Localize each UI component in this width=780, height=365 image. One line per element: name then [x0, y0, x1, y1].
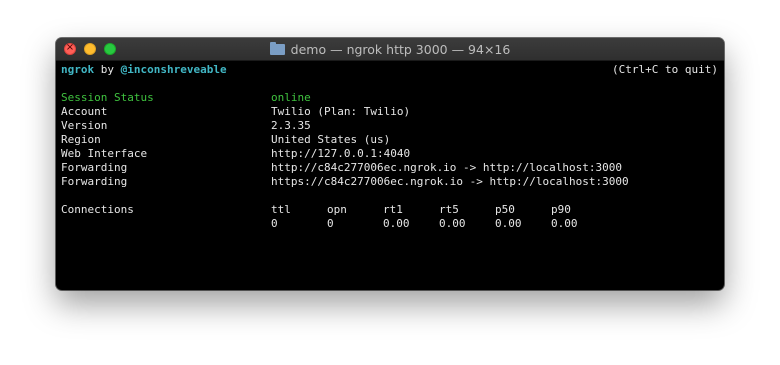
version-value: 2.3.35 [271, 119, 311, 132]
author-handle: @inconshreveable [120, 63, 227, 76]
window-title-area: demo — ngrok http 3000 — 94×16 [56, 38, 724, 60]
stat-value-rt1: 0.00 [383, 217, 410, 230]
forwarding-https-label: Forwarding [61, 175, 128, 188]
quit-hint: (Ctrl+C to quit) [612, 63, 718, 76]
version-label: Version [61, 119, 108, 132]
connections-label: Connections [61, 203, 134, 216]
brand-name: ngrok [61, 63, 95, 76]
forwarding-https-value: https://c84c277006ec.ngrok.io -> http://… [271, 175, 629, 188]
stat-value-opn: 0 [327, 217, 334, 230]
stat-value-ttl: 0 [271, 217, 278, 230]
session-status-label: Session Status [61, 91, 154, 104]
account-value: Twilio (Plan: Twilio) [271, 105, 411, 118]
stat-value-rt5: 0.00 [439, 217, 466, 230]
session-status-value: online [271, 91, 311, 104]
stat-header-p90: p90 [551, 203, 571, 216]
stat-header-p50: p50 [495, 203, 515, 216]
by-text: by [94, 63, 121, 76]
web-interface-value: http://127.0.0.1:4040 [271, 147, 411, 160]
stat-header-rt1: rt1 [383, 203, 403, 216]
region-label: Region [61, 133, 101, 146]
window-title: demo — ngrok http 3000 — 94×16 [290, 41, 511, 57]
stat-header-rt5: rt5 [439, 203, 459, 216]
web-interface-label: Web Interface [61, 147, 148, 160]
stat-value-p50: 0.00 [495, 217, 522, 230]
terminal-window: × demo — ngrok http 3000 — 94×16 ngrok b… [56, 38, 724, 290]
stat-header-opn: opn [327, 203, 347, 216]
title-bar: × demo — ngrok http 3000 — 94×16 [56, 38, 724, 61]
account-label: Account [61, 105, 108, 118]
region-value: United States (us) [271, 133, 391, 146]
stat-value-p90: 0.00 [551, 217, 578, 230]
forwarding-http-value: http://c84c277006ec.ngrok.io -> http://l… [271, 161, 622, 174]
forwarding-http-label: Forwarding [61, 161, 128, 174]
header-line: ngrok by @inconshreveable [61, 63, 227, 77]
folder-icon [269, 41, 285, 55]
stat-header-ttl: ttl [271, 203, 291, 216]
terminal-output[interactable]: ngrok by @inconshreveable (Ctrl+C to qui… [56, 61, 724, 290]
